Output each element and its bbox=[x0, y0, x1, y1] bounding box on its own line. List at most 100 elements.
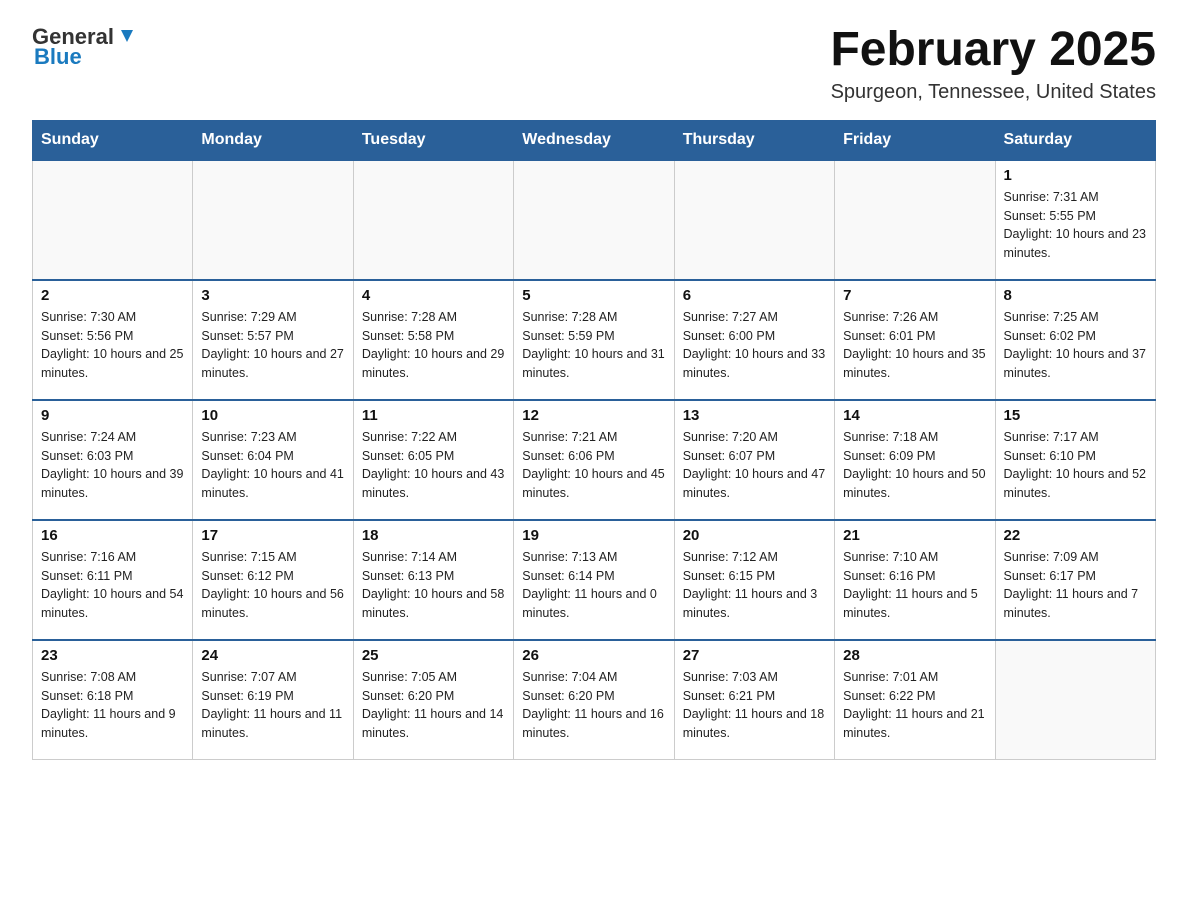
day-number: 12 bbox=[522, 407, 665, 424]
calendar-header-row: SundayMondayTuesdayWednesdayThursdayFrid… bbox=[33, 120, 1156, 160]
day-number: 16 bbox=[41, 527, 184, 544]
calendar-cell: 5 Sunrise: 7:28 AMSunset: 5:59 PMDaylight… bbox=[514, 280, 674, 400]
calendar-cell: 1 Sunrise: 7:31 AMSunset: 5:55 PMDaylight… bbox=[995, 160, 1155, 280]
day-number: 2 bbox=[41, 287, 184, 304]
calendar-header-saturday: Saturday bbox=[995, 120, 1155, 160]
calendar-cell: 9 Sunrise: 7:24 AMSunset: 6:03 PMDaylight… bbox=[33, 400, 193, 520]
logo-blue: Blue bbox=[34, 44, 82, 70]
day-info: Sunrise: 7:13 AMSunset: 6:14 PMDaylight:… bbox=[522, 548, 665, 623]
calendar-cell: 3 Sunrise: 7:29 AMSunset: 5:57 PMDaylight… bbox=[193, 280, 353, 400]
calendar-cell: 15 Sunrise: 7:17 AMSunset: 6:10 PMDayligh… bbox=[995, 400, 1155, 520]
day-number: 25 bbox=[362, 647, 505, 664]
calendar-cell bbox=[674, 160, 834, 280]
calendar-cell: 10 Sunrise: 7:23 AMSunset: 6:04 PMDayligh… bbox=[193, 400, 353, 520]
day-info: Sunrise: 7:09 AMSunset: 6:17 PMDaylight:… bbox=[1004, 548, 1147, 623]
day-info: Sunrise: 7:22 AMSunset: 6:05 PMDaylight:… bbox=[362, 428, 505, 503]
calendar-header-thursday: Thursday bbox=[674, 120, 834, 160]
day-info: Sunrise: 7:28 AMSunset: 5:58 PMDaylight:… bbox=[362, 308, 505, 383]
day-info: Sunrise: 7:20 AMSunset: 6:07 PMDaylight:… bbox=[683, 428, 826, 503]
day-number: 15 bbox=[1004, 407, 1147, 424]
calendar-header-tuesday: Tuesday bbox=[353, 120, 513, 160]
day-number: 27 bbox=[683, 647, 826, 664]
calendar-cell: 20Sunrise: 7:12 AMSunset: 6:15 PMDayligh… bbox=[674, 520, 834, 640]
day-number: 26 bbox=[522, 647, 665, 664]
day-number: 4 bbox=[362, 287, 505, 304]
calendar-header-wednesday: Wednesday bbox=[514, 120, 674, 160]
day-number: 3 bbox=[201, 287, 344, 304]
week-row-2: 2 Sunrise: 7:30 AMSunset: 5:56 PMDaylight… bbox=[33, 280, 1156, 400]
calendar-cell bbox=[995, 640, 1155, 760]
calendar-cell: 16 Sunrise: 7:16 AMSunset: 6:11 PMDayligh… bbox=[33, 520, 193, 640]
week-row-3: 9 Sunrise: 7:24 AMSunset: 6:03 PMDaylight… bbox=[33, 400, 1156, 520]
calendar-cell: 6 Sunrise: 7:27 AMSunset: 6:00 PMDaylight… bbox=[674, 280, 834, 400]
calendar-cell bbox=[33, 160, 193, 280]
day-info: Sunrise: 7:26 AMSunset: 6:01 PMDaylight:… bbox=[843, 308, 986, 383]
calendar-header-monday: Monday bbox=[193, 120, 353, 160]
month-title: February 2025 bbox=[830, 24, 1156, 77]
calendar-cell: 8Sunrise: 7:25 AMSunset: 6:02 PMDaylight… bbox=[995, 280, 1155, 400]
day-number: 14 bbox=[843, 407, 986, 424]
day-number: 1 bbox=[1004, 167, 1147, 184]
week-row-1: 1 Sunrise: 7:31 AMSunset: 5:55 PMDaylight… bbox=[33, 160, 1156, 280]
calendar-cell: 27 Sunrise: 7:03 AMSunset: 6:21 PMDayligh… bbox=[674, 640, 834, 760]
day-info: Sunrise: 7:03 AMSunset: 6:21 PMDaylight:… bbox=[683, 668, 826, 743]
day-info: Sunrise: 7:21 AMSunset: 6:06 PMDaylight:… bbox=[522, 428, 665, 503]
day-info: Sunrise: 7:07 AMSunset: 6:19 PMDaylight:… bbox=[201, 668, 344, 743]
day-info: Sunrise: 7:29 AMSunset: 5:57 PMDaylight:… bbox=[201, 308, 344, 383]
day-info: Sunrise: 7:30 AMSunset: 5:56 PMDaylight:… bbox=[41, 308, 184, 383]
day-number: 6 bbox=[683, 287, 826, 304]
day-number: 24 bbox=[201, 647, 344, 664]
day-number: 19 bbox=[522, 527, 665, 544]
calendar-cell: 18 Sunrise: 7:14 AMSunset: 6:13 PMDayligh… bbox=[353, 520, 513, 640]
calendar-table: SundayMondayTuesdayWednesdayThursdayFrid… bbox=[32, 120, 1156, 761]
calendar-cell: 14 Sunrise: 7:18 AMSunset: 6:09 PMDayligh… bbox=[835, 400, 995, 520]
day-info: Sunrise: 7:28 AMSunset: 5:59 PMDaylight:… bbox=[522, 308, 665, 383]
day-info: Sunrise: 7:08 AMSunset: 6:18 PMDaylight:… bbox=[41, 668, 184, 743]
day-info: Sunrise: 7:12 AMSunset: 6:15 PMDaylight:… bbox=[683, 548, 826, 623]
day-info: Sunrise: 7:31 AMSunset: 5:55 PMDaylight:… bbox=[1004, 188, 1147, 263]
day-info: Sunrise: 7:04 AMSunset: 6:20 PMDaylight:… bbox=[522, 668, 665, 743]
day-number: 8 bbox=[1004, 287, 1147, 304]
calendar-cell: 17Sunrise: 7:15 AMSunset: 6:12 PMDayligh… bbox=[193, 520, 353, 640]
day-info: Sunrise: 7:18 AMSunset: 6:09 PMDaylight:… bbox=[843, 428, 986, 503]
day-info: Sunrise: 7:01 AMSunset: 6:22 PMDaylight:… bbox=[843, 668, 986, 743]
day-info: Sunrise: 7:27 AMSunset: 6:00 PMDaylight:… bbox=[683, 308, 826, 383]
day-number: 21 bbox=[843, 527, 986, 544]
calendar-cell: 22 Sunrise: 7:09 AMSunset: 6:17 PMDayligh… bbox=[995, 520, 1155, 640]
day-number: 9 bbox=[41, 407, 184, 424]
calendar-cell: 24 Sunrise: 7:07 AMSunset: 6:19 PMDayligh… bbox=[193, 640, 353, 760]
calendar-cell: 4 Sunrise: 7:28 AMSunset: 5:58 PMDaylight… bbox=[353, 280, 513, 400]
page-header: General Blue February 2025 Spurgeon, Ten… bbox=[32, 24, 1156, 104]
day-info: Sunrise: 7:17 AMSunset: 6:10 PMDaylight:… bbox=[1004, 428, 1147, 503]
calendar-cell bbox=[514, 160, 674, 280]
day-number: 28 bbox=[843, 647, 986, 664]
day-number: 17 bbox=[201, 527, 344, 544]
location-title: Spurgeon, Tennessee, United States bbox=[830, 81, 1156, 104]
day-number: 22 bbox=[1004, 527, 1147, 544]
day-info: Sunrise: 7:05 AMSunset: 6:20 PMDaylight:… bbox=[362, 668, 505, 743]
day-number: 7 bbox=[843, 287, 986, 304]
calendar-cell: 21 Sunrise: 7:10 AMSunset: 6:16 PMDayligh… bbox=[835, 520, 995, 640]
calendar-cell bbox=[835, 160, 995, 280]
day-number: 5 bbox=[522, 287, 665, 304]
logo: General Blue bbox=[32, 24, 138, 70]
day-number: 23 bbox=[41, 647, 184, 664]
day-number: 10 bbox=[201, 407, 344, 424]
day-info: Sunrise: 7:24 AMSunset: 6:03 PMDaylight:… bbox=[41, 428, 184, 503]
day-number: 18 bbox=[362, 527, 505, 544]
day-info: Sunrise: 7:10 AMSunset: 6:16 PMDaylight:… bbox=[843, 548, 986, 623]
day-info: Sunrise: 7:16 AMSunset: 6:11 PMDaylight:… bbox=[41, 548, 184, 623]
week-row-5: 23 Sunrise: 7:08 AMSunset: 6:18 PMDayligh… bbox=[33, 640, 1156, 760]
calendar-header-friday: Friday bbox=[835, 120, 995, 160]
calendar-cell: 12 Sunrise: 7:21 AMSunset: 6:06 PMDayligh… bbox=[514, 400, 674, 520]
week-row-4: 16 Sunrise: 7:16 AMSunset: 6:11 PMDayligh… bbox=[33, 520, 1156, 640]
calendar-cell: 11Sunrise: 7:22 AMSunset: 6:05 PMDayligh… bbox=[353, 400, 513, 520]
day-info: Sunrise: 7:23 AMSunset: 6:04 PMDaylight:… bbox=[201, 428, 344, 503]
day-info: Sunrise: 7:14 AMSunset: 6:13 PMDaylight:… bbox=[362, 548, 505, 623]
calendar-header-sunday: Sunday bbox=[33, 120, 193, 160]
calendar-cell: 23 Sunrise: 7:08 AMSunset: 6:18 PMDayligh… bbox=[33, 640, 193, 760]
logo-triangle-icon bbox=[116, 26, 138, 48]
calendar-cell: 19 Sunrise: 7:13 AMSunset: 6:14 PMDayligh… bbox=[514, 520, 674, 640]
calendar-cell: 13 Sunrise: 7:20 AMSunset: 6:07 PMDayligh… bbox=[674, 400, 834, 520]
day-number: 13 bbox=[683, 407, 826, 424]
